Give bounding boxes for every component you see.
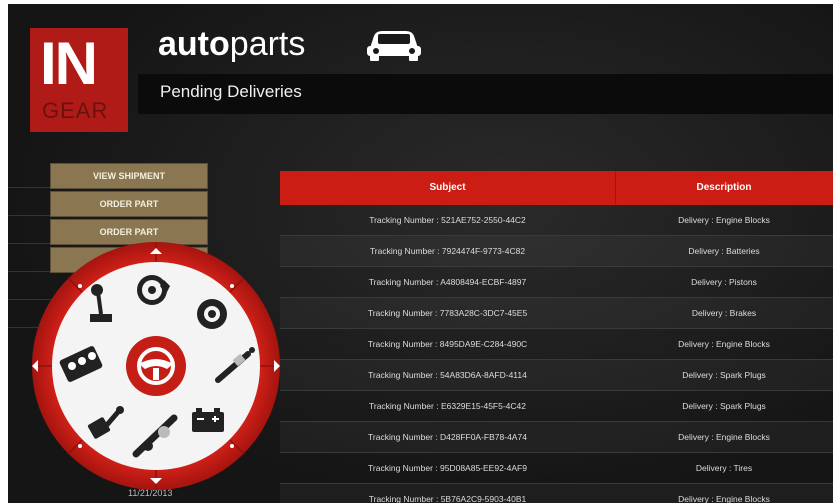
subject-cell: Tracking Number : 7924474F-9773-4C82 xyxy=(369,246,526,256)
table-row[interactable]: Tracking Number : 5B76A2C9-5903-40B1 Deli… xyxy=(280,484,833,503)
description-cell: Delivery : Spark Plugs xyxy=(682,370,766,380)
radial-menu[interactable] xyxy=(26,242,286,502)
ingear-logo: IN GEAR xyxy=(30,28,128,132)
logo-in-text: IN xyxy=(40,30,98,97)
table-row[interactable]: Tracking Number : 521AE752-2550-44C2 Deli… xyxy=(280,205,833,236)
subject-cell: Tracking Number : 521AE752-2550-44C2 xyxy=(369,215,526,225)
order-part-button[interactable]: ORDER PART xyxy=(50,191,208,217)
column-header-description[interactable]: Description xyxy=(615,182,833,193)
description-cell: Delivery : Engine Blocks xyxy=(678,215,770,225)
table-row[interactable]: Tracking Number : E6329E15-45F5-4C42 Deli… xyxy=(280,391,833,422)
ring-dot-icon xyxy=(78,444,82,448)
brand-bold: auto xyxy=(158,25,230,63)
table-row[interactable]: Tracking Number : A4808494-ECBF-4897 Deli… xyxy=(280,267,833,298)
description-cell: Delivery : Brakes xyxy=(691,308,757,318)
view-shipment-button[interactable]: VIEW SHIPMENT xyxy=(50,163,208,189)
table-row[interactable]: Tracking Number : 8495DA9E-C284-490C Deli… xyxy=(280,329,833,360)
subject-cell: Tracking Number : 5B76A2C9-5903-40B1 xyxy=(368,494,527,503)
grid-header: Subject Description xyxy=(280,171,833,205)
brand-light: parts xyxy=(229,25,306,63)
description-cell: Delivery : Engine Blocks xyxy=(678,494,770,503)
app-brand: autoparts xyxy=(158,24,305,64)
description-cell: Delivery : Tires xyxy=(695,463,753,473)
tire-icon[interactable] xyxy=(197,299,227,329)
subject-cell: Tracking Number : 54A83D6A-8AFD-4114 xyxy=(368,370,527,380)
table-row[interactable]: Tracking Number : 7783A28C-3DC7-45E5 Deli… xyxy=(280,298,833,329)
deliveries-grid: Subject Description Tracking Number : 52… xyxy=(280,171,833,503)
subject-cell: Tracking Number : A4808494-ECBF-4897 xyxy=(368,277,527,287)
description-cell: Delivery : Engine Blocks xyxy=(678,432,770,442)
subject-cell: Tracking Number : D428FF0A-FB78-4A74 xyxy=(368,432,527,442)
description-cell: Delivery : Pistons xyxy=(691,277,757,287)
subject-cell: Tracking Number : 95D08A85-EE92-4AF9 xyxy=(368,463,527,473)
table-row[interactable]: Tracking Number : D428FF0A-FB78-4A74 Deli… xyxy=(280,422,833,453)
ring-dot-icon xyxy=(78,284,82,288)
table-row[interactable]: Tracking Number : 7924474F-9773-4C82 Deli… xyxy=(280,236,833,267)
subject-cell: Tracking Number : 7783A28C-3DC7-45E5 xyxy=(367,308,528,318)
ring-dot-icon xyxy=(230,444,234,448)
steering-wheel-icon[interactable] xyxy=(126,336,186,396)
table-row[interactable]: Tracking Number : 95D08A85-EE92-4AF9 Deli… xyxy=(280,453,833,484)
page-title: Pending Deliveries xyxy=(160,82,302,101)
column-header-subject[interactable]: Subject xyxy=(280,182,615,193)
description-cell: Delivery : Spark Plugs xyxy=(682,401,766,411)
description-cell: Delivery : Engine Blocks xyxy=(678,339,770,349)
car-icon xyxy=(367,31,421,61)
table-row[interactable]: Tracking Number : 54A83D6A-8AFD-4114 Deli… xyxy=(280,360,833,391)
logo-gear-text: GEAR xyxy=(42,98,109,123)
description-cell: Delivery : Batteries xyxy=(688,246,760,256)
app-screen: IN GEAR autoparts Pending Deliveries VIE… xyxy=(8,4,833,503)
subject-cell: Tracking Number : 8495DA9E-C284-490C xyxy=(367,339,528,349)
ring-dot-icon xyxy=(230,284,234,288)
subject-cell: Tracking Number : E6329E15-45F5-4C42 xyxy=(368,401,526,411)
